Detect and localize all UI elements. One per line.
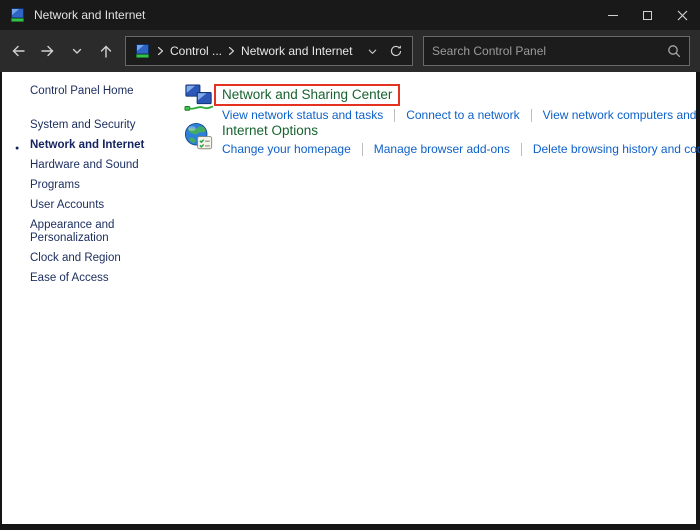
heading-wrap: Internet Options [222, 122, 318, 140]
network-sharing-center-icon [184, 84, 214, 114]
internet-options-icon [184, 122, 214, 152]
connect-to-network-link[interactable]: Connect to a network [406, 108, 519, 122]
breadcrumb-chevron-icon [157, 46, 164, 56]
up-button[interactable] [91, 36, 120, 66]
heading-row: Network and Sharing Center [222, 84, 700, 106]
link-divider [521, 143, 522, 156]
address-dropdown-button[interactable] [360, 38, 384, 64]
refresh-button[interactable] [384, 38, 408, 64]
breadcrumb-current[interactable]: Network and Internet [241, 44, 352, 58]
chevron-down-icon [71, 45, 83, 57]
link-divider [531, 109, 532, 122]
main-panel: Network and Sharing Center View network … [184, 72, 696, 156]
section-network-and-sharing-center: Network and Sharing Center View network … [184, 84, 696, 122]
forward-button[interactable] [33, 36, 62, 66]
internet-options-link[interactable]: Internet Options [222, 120, 318, 141]
control-panel-network-icon [10, 7, 26, 23]
search-box[interactable] [423, 36, 690, 66]
change-homepage-link[interactable]: Change your homepage [222, 142, 351, 156]
network-and-sharing-center-link[interactable]: Network and Sharing Center [216, 84, 398, 105]
link-divider [362, 143, 363, 156]
highlight-box: Network and Sharing Center [214, 84, 400, 106]
section-body: Network and Sharing Center View network … [222, 84, 700, 122]
section-body: Internet Options Change your homepage Ma… [222, 122, 700, 156]
maximize-icon [643, 11, 652, 20]
section-internet-options: Internet Options Change your homepage Ma… [184, 122, 696, 156]
close-icon [677, 10, 688, 21]
sidebar-item-appearance-and-personalization[interactable]: Appearance and Personalization [2, 219, 132, 245]
navigation-toolbar: Control ... Network and Internet [0, 30, 700, 72]
sidebar: Control Panel Home System and Security N… [2, 72, 182, 292]
sidebar-category-list: System and Security Network and Internet… [2, 119, 182, 285]
delete-history-link[interactable]: Delete browsing history and cookies [533, 142, 700, 156]
sidebar-item-network-and-internet[interactable]: Network and Internet [2, 139, 162, 152]
close-button[interactable] [665, 0, 700, 30]
breadcrumb-location-icon [135, 43, 151, 59]
sidebar-item-system-and-security[interactable]: System and Security [2, 119, 162, 132]
address-bar[interactable]: Control ... Network and Internet [125, 36, 413, 66]
heading-row: Internet Options [222, 122, 700, 140]
sidebar-item-clock-and-region[interactable]: Clock and Region [2, 252, 162, 265]
window-controls [595, 0, 700, 30]
refresh-icon [389, 44, 403, 58]
link-divider [394, 109, 395, 122]
search-input[interactable] [432, 44, 667, 58]
forward-arrow-icon [39, 43, 56, 59]
view-network-computers-link[interactable]: View network computers and devices [543, 108, 700, 122]
titlebar: Network and Internet [0, 0, 700, 30]
recent-locations-button[interactable] [62, 36, 91, 66]
sidebar-item-hardware-and-sound[interactable]: Hardware and Sound [2, 159, 162, 172]
search-icon [667, 44, 681, 58]
breadcrumb-root[interactable]: Control ... [170, 44, 222, 58]
sidebar-item-control-panel-home[interactable]: Control Panel Home [30, 85, 182, 97]
back-button[interactable] [4, 36, 33, 66]
breadcrumb-chevron-icon [228, 46, 235, 56]
control-panel-window: Network and Internet [0, 0, 700, 530]
sidebar-item-ease-of-access[interactable]: Ease of Access [2, 272, 162, 285]
sidebar-item-user-accounts[interactable]: User Accounts [2, 199, 162, 212]
sidebar-item-programs[interactable]: Programs [2, 179, 162, 192]
task-links-row: Change your homepage Manage browser add-… [222, 142, 700, 156]
window-title: Network and Internet [34, 8, 145, 22]
maximize-button[interactable] [630, 0, 665, 30]
up-arrow-icon [98, 43, 114, 60]
chevron-down-icon [367, 46, 378, 57]
minimize-button[interactable] [595, 0, 630, 30]
content-area: Control Panel Home System and Security N… [2, 72, 696, 524]
manage-addons-link[interactable]: Manage browser add-ons [374, 142, 510, 156]
back-arrow-icon [10, 43, 27, 59]
minimize-icon [608, 15, 618, 16]
